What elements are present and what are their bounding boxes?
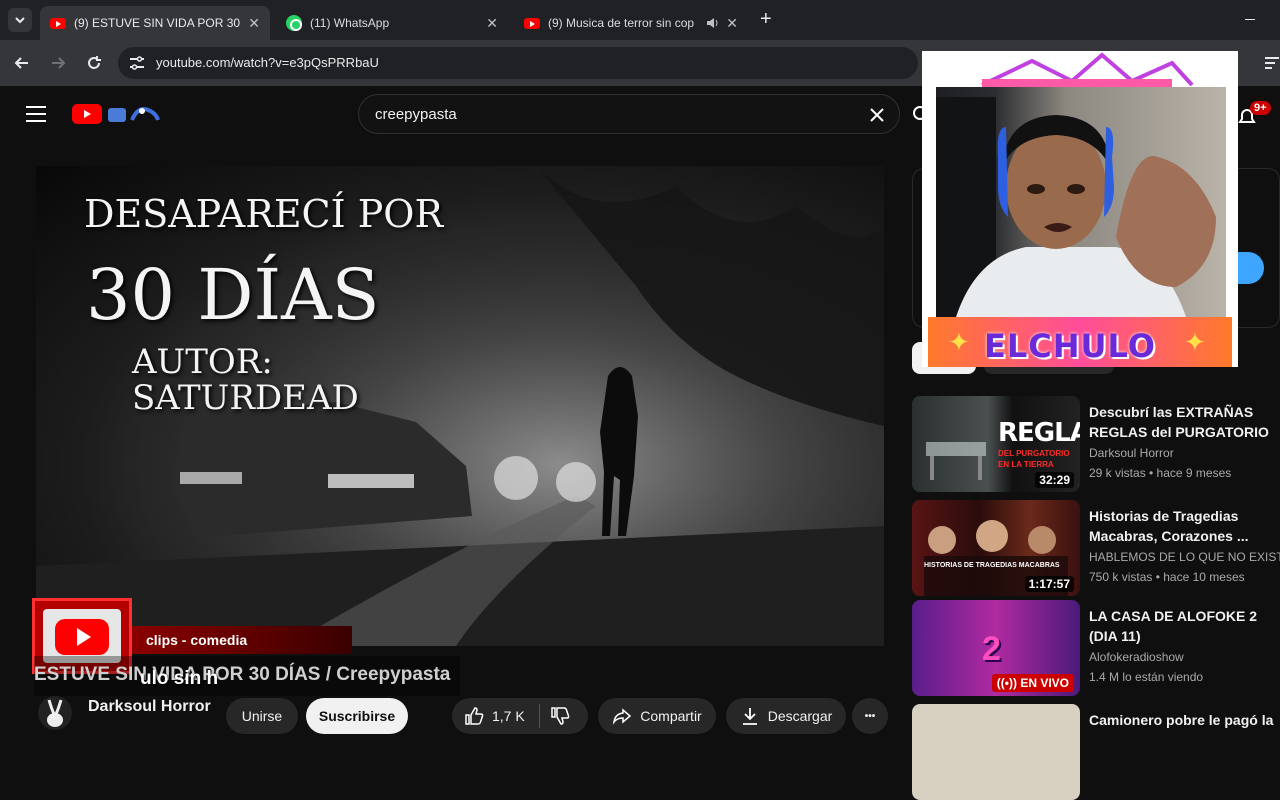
related-meta: 1.4 M lo están viendo [1089,670,1204,684]
thumbnail-line-2: 30 DÍAS [86,254,380,336]
streamer-name: ELCHULO [984,327,1156,365]
thumbnail-caption: REGLAS [998,418,1080,448]
related-channel[interactable]: Darksoul Horror [1089,446,1174,460]
youtube-favicon-icon [524,17,540,29]
live-badge: ((•)) EN VIVO [991,674,1074,692]
rabbit-icon [47,699,63,727]
thumbs-up-icon[interactable] [464,706,484,726]
download-button[interactable]: Descargar [726,698,846,734]
related-thumbnail[interactable]: 2 ((•)) EN VIVO [912,600,1080,696]
related-title[interactable]: Descubrí las EXTRAÑAS REGLAS del PURGATO… [1089,402,1279,442]
related-thumbnail[interactable] [912,704,1080,800]
related-thumbnail[interactable]: REGLAS DEL PURGATORIO EN LA TIERRA 32:29 [912,396,1080,492]
thumbnail-subcaption: DEL PURGATORIO EN LA TIERRA [998,449,1070,469]
related-thumbnail[interactable]: HISTORIAS DE TRAGEDIAS MACABRAS 1:17:57 [912,500,1080,596]
tab-youtube-video[interactable]: (9) ESTUVE SIN VIDA POR 30 D ✕ [40,6,270,40]
live-indicator-icon: ((•)) [996,676,1021,690]
site-settings-icon[interactable] [128,55,146,71]
tab-search-button[interactable] [8,8,32,32]
notification-count-badge: 9+ [1250,101,1271,115]
live-label: EN VIVO [1020,676,1069,690]
webcam-overlay: ELCHULO ✦ ✦ [922,51,1238,367]
share-button[interactable]: Compartir [598,698,716,734]
join-button[interactable]: Unirse [226,698,298,734]
clip-category-banner: clips - comedia [132,626,352,654]
doodle-logo[interactable] [106,102,160,126]
reading-list-icon[interactable] [1264,56,1280,70]
browser-tab-strip: (9) ESTUVE SIN VIDA POR 30 D ✕ (11) What… [0,0,1280,40]
thumbnail-caption: 2 [982,630,1001,668]
address-bar[interactable]: youtube.com/watch?v=e3pQsPRRbaU [118,47,918,79]
overlay-clip-text: ulo sin h [140,668,219,689]
doodle-hands-icon [108,107,160,122]
streamer-figure [936,97,1216,317]
new-tab-button[interactable]: + [760,8,772,31]
related-channel[interactable]: HABLEMOS DE LO QUE NO EXISTE [1089,550,1280,564]
related-title[interactable]: Camionero pobre le pagó la [1089,710,1279,750]
related-video[interactable]: REGLAS DEL PURGATORIO EN LA TIERRA 32:29… [912,396,1280,492]
close-tab-icon[interactable]: ✕ [248,15,260,32]
search-input[interactable]: creepypasta [375,106,457,123]
close-tab-icon[interactable]: ✕ [486,15,498,32]
forward-arrow-icon[interactable] [48,53,68,73]
video-player[interactable]: DESAPARECÍ POR 30 DÍAS AUTOR: SATURDEAD [36,166,884,646]
url-text: youtube.com/watch?v=e3pQsPRRbaU [156,55,379,70]
related-channel[interactable]: Alofokeradioshow [1089,650,1184,664]
clear-search-icon[interactable] [869,107,885,123]
tab-title: (9) ESTUVE SIN VIDA POR 30 D [74,16,243,30]
thumbnail-caption: HISTORIAS DE TRAGEDIAS MACABRAS [924,562,1060,569]
download-label: Descargar [767,708,833,724]
related-meta: 750 k vistas • hace 10 meses [1089,570,1245,584]
related-title[interactable]: LA CASA DE ALOFOKE 2 (DIA 11) [1089,606,1279,646]
sparkle-right-icon: ✦ [1184,327,1206,357]
hamburger-menu-icon[interactable] [26,105,46,123]
back-arrow-icon[interactable] [12,53,32,73]
close-tab-icon[interactable]: ✕ [726,15,738,32]
related-title[interactable]: Historias de Tragedias Macabras, Corazon… [1089,506,1279,546]
thumbs-down-icon[interactable] [550,706,570,726]
channel-avatar[interactable] [38,696,72,730]
youtube-favicon-icon [50,17,66,29]
like-dislike-group: 1,7 K [452,698,588,734]
subscribe-button[interactable]: Suscribirse [306,698,408,734]
chevron-down-icon [15,17,25,24]
video-title-area: ESTUVE SIN VIDA POR 30 DÍAS / Creepypast… [34,656,460,696]
download-icon [742,708,757,725]
tab-music[interactable]: (9) Musica de terror sin cop ✕ [514,6,748,40]
tab-title: (11) WhatsApp [310,16,390,30]
tab-whatsapp[interactable]: (11) WhatsApp ✕ [276,6,508,40]
related-video[interactable]: HISTORIAS DE TRAGEDIAS MACABRAS 1:17:57 … [912,500,1280,596]
sparkle-left-icon: ✦ [948,327,970,357]
related-meta: 29 k vistas • hace 9 meses [1089,466,1232,480]
youtube-logo[interactable] [72,104,102,124]
minimize-window-icon[interactable] [1245,19,1255,20]
tab-title: (9) Musica de terror sin cop [548,16,695,30]
whatsapp-favicon-icon [286,15,302,31]
more-actions-button[interactable]: ••• [852,698,888,734]
video-title: ESTUVE SIN VIDA POR 30 DÍAS / Creepypast… [34,664,451,685]
video-duration: 32:29 [1035,472,1074,488]
share-label: Compartir [640,708,702,724]
webcam-feed [936,87,1226,317]
speaker-icon[interactable] [706,16,720,30]
reload-icon[interactable] [84,53,104,73]
thumbnail-line-1: DESAPARECÍ POR [84,192,444,236]
related-video[interactable]: Camionero pobre le pagó la [912,704,1280,800]
streamer-name-banner: ELCHULO ✦ ✦ [928,317,1232,367]
thumbnail-line-3: AUTOR: [132,342,273,382]
play-icon [77,628,91,646]
search-box[interactable]: creepypasta [358,94,900,134]
thumbnail-line-4: SATURDEAD [132,378,359,418]
video-duration: 1:17:57 [1024,576,1074,592]
share-icon [613,708,632,725]
clip-category-label: clips - comedia [146,632,248,648]
channel-name[interactable]: Darksoul Horror [88,698,211,716]
like-count[interactable]: 1,7 K [492,708,525,724]
play-icon [84,110,91,118]
related-video[interactable]: 2 ((•)) EN VIVO LA CASA DE ALOFOKE 2 (DI… [912,600,1280,696]
